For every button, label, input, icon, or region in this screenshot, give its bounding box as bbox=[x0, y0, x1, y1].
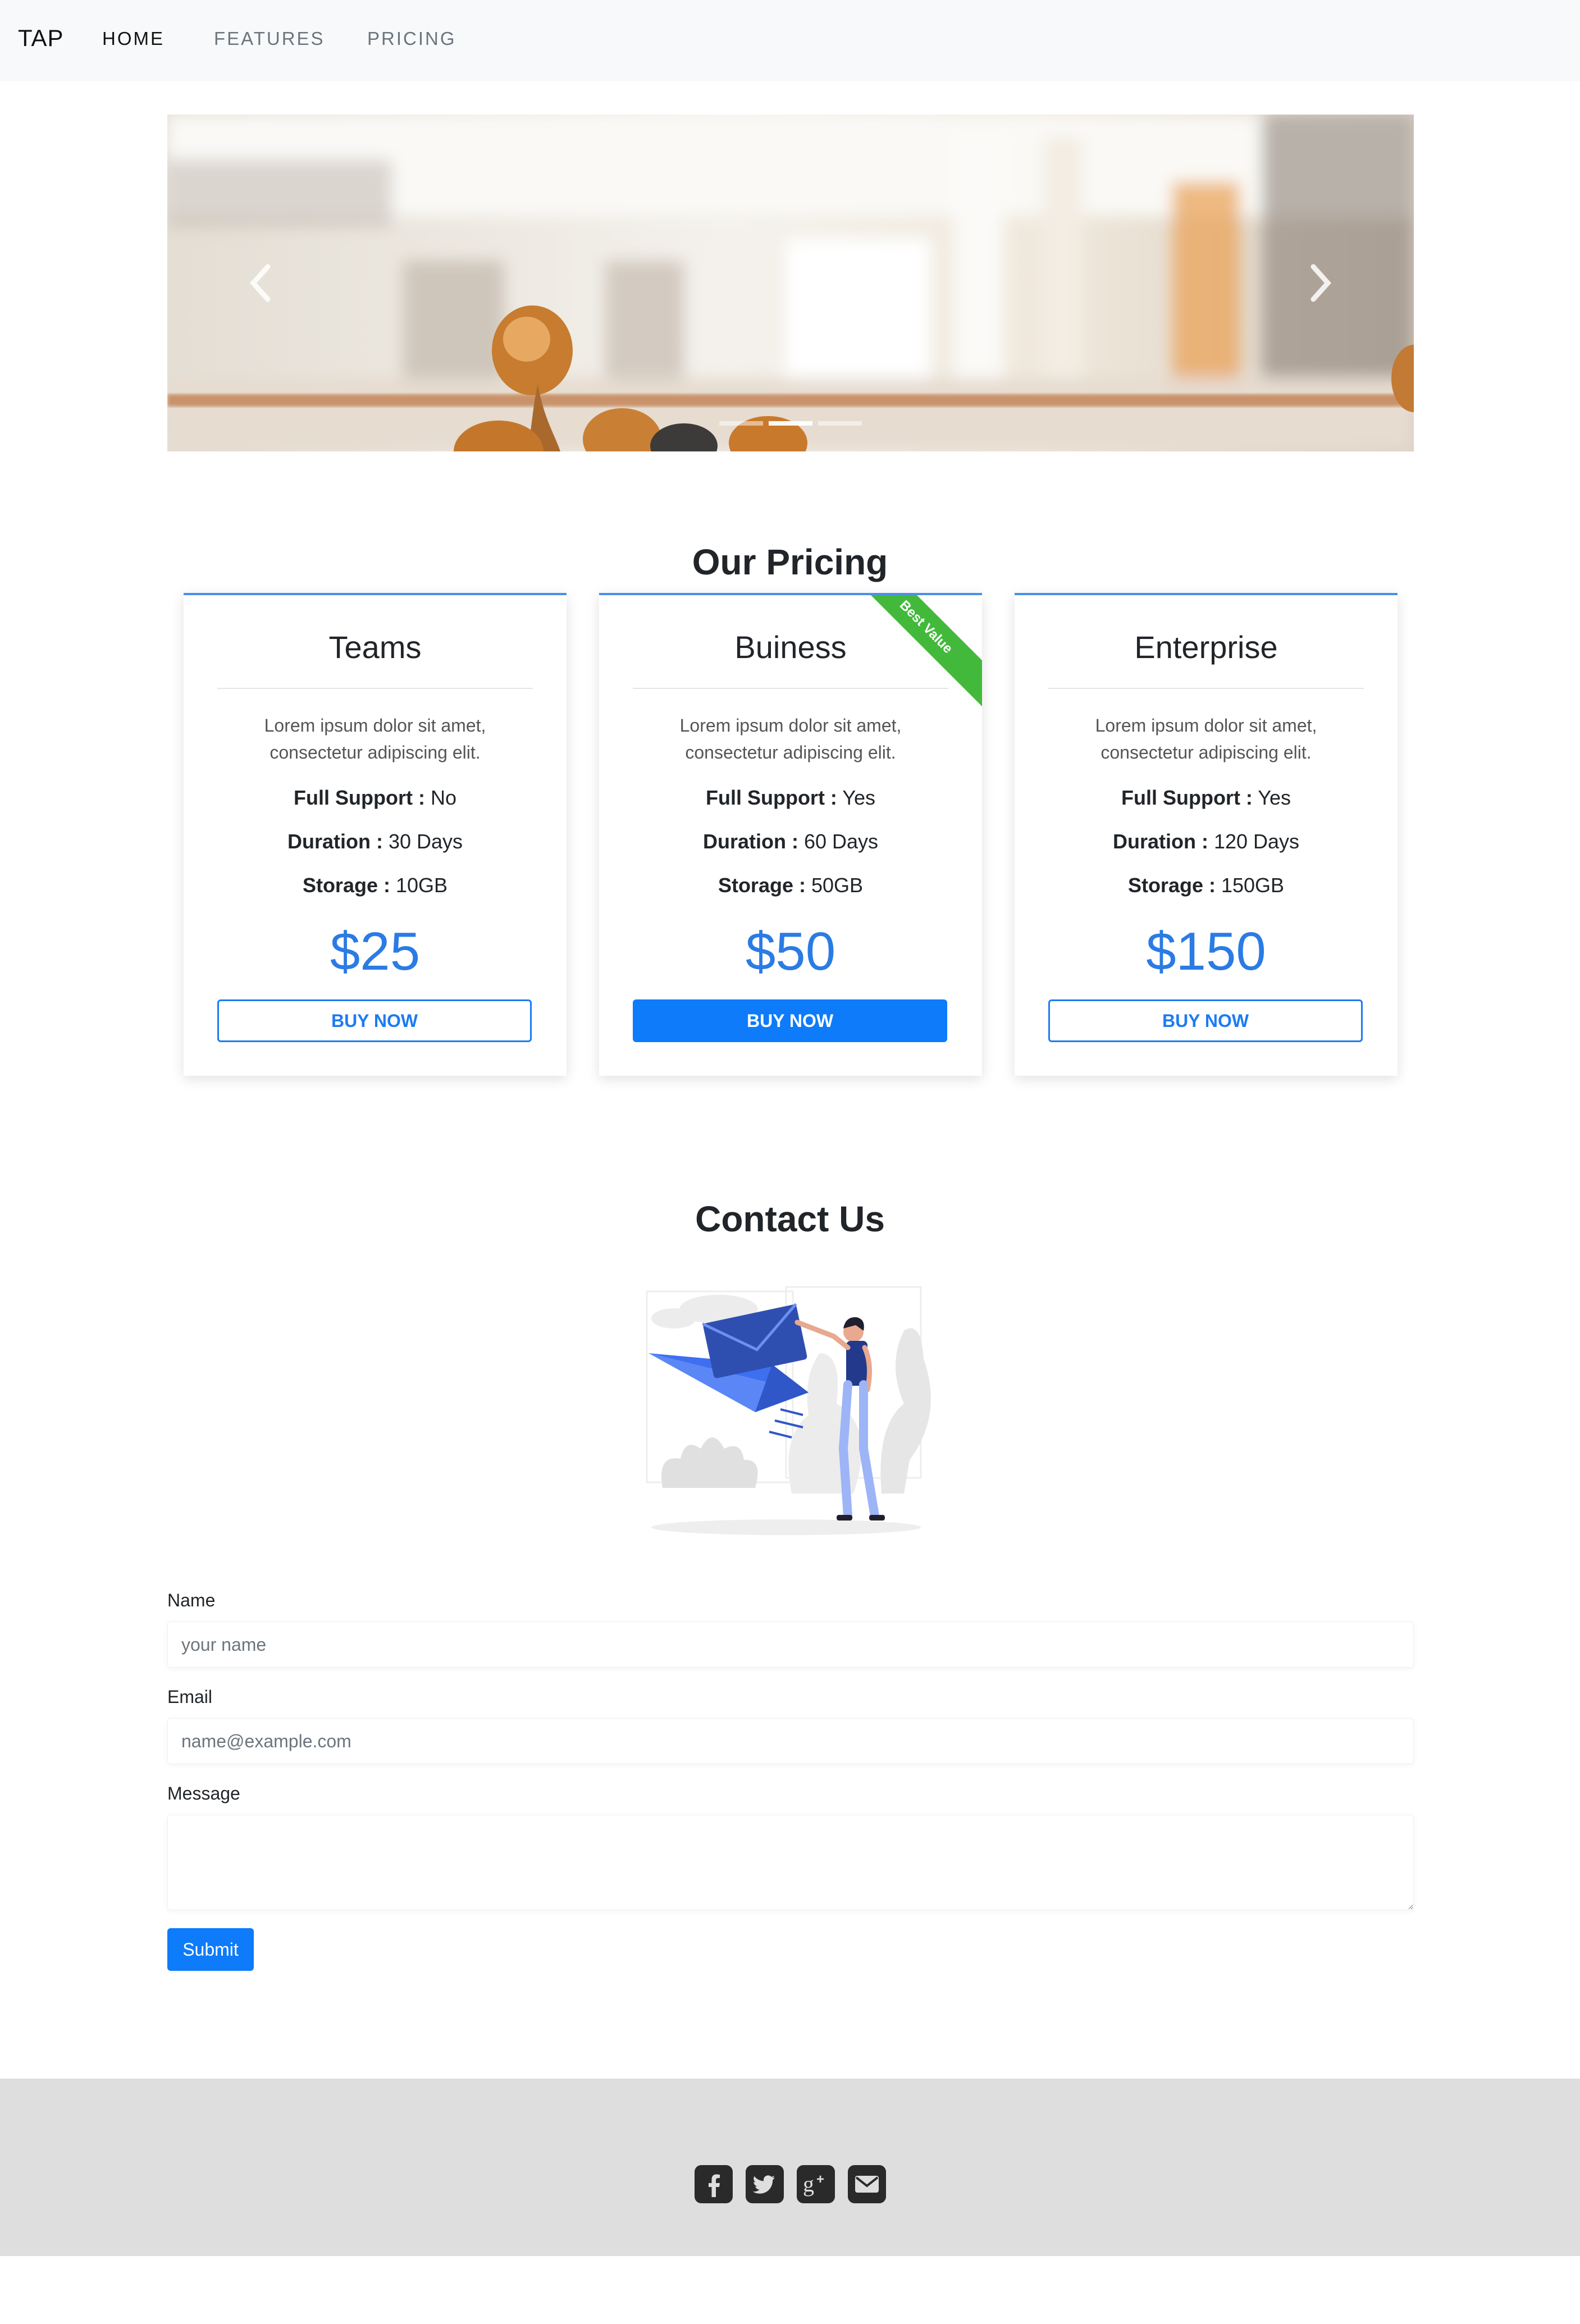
buy-now-button[interactable]: BUY NOW bbox=[217, 999, 532, 1042]
plan-name: Enterprise bbox=[1134, 629, 1278, 665]
buy-now-button[interactable]: BUY NOW bbox=[633, 999, 947, 1042]
nav-pricing-link[interactable]: PRICING bbox=[367, 28, 456, 49]
hero-carousel bbox=[167, 115, 1414, 451]
brand-logo[interactable]: TAP bbox=[18, 25, 64, 52]
plan-support: Full Support : No bbox=[294, 786, 456, 809]
plan-price: $50 bbox=[745, 921, 836, 981]
plan-support: Full Support : Yes bbox=[1121, 786, 1291, 809]
plan-storage: Storage : 150GB bbox=[1127, 874, 1285, 897]
svg-text:+: + bbox=[816, 2172, 824, 2187]
plan-duration: Duration : 120 Days bbox=[1112, 830, 1300, 853]
pricing-card-business: Best Value Buiness Lorem ipsum dolor sit… bbox=[599, 593, 982, 1076]
google-plus-icon: g + bbox=[803, 2171, 824, 2197]
navbar: TAP HOME FEATURES PRICING bbox=[0, 0, 1580, 81]
pricing-card-teams: Teams Lorem ipsum dolor sit amet, consec… bbox=[184, 593, 567, 1076]
divider bbox=[633, 688, 948, 689]
plan-price: $25 bbox=[330, 921, 421, 981]
email-input[interactable] bbox=[167, 1718, 1414, 1764]
carousel-slide-image bbox=[167, 115, 1414, 451]
submit-button[interactable]: Submit bbox=[167, 1928, 254, 1971]
email-link[interactable] bbox=[848, 2165, 886, 2203]
carousel-indicator[interactable] bbox=[719, 421, 763, 426]
chevron-right-icon bbox=[1310, 264, 1332, 302]
carousel-next-button[interactable] bbox=[1287, 249, 1355, 317]
pricing-section-title: Our Pricing bbox=[692, 542, 888, 582]
contact-illustration bbox=[646, 1286, 931, 1535]
name-input[interactable] bbox=[167, 1622, 1414, 1668]
plan-name: Buiness bbox=[734, 629, 847, 665]
chevron-left-icon bbox=[249, 264, 271, 302]
carousel-indicators bbox=[167, 421, 1414, 426]
name-label: Name bbox=[167, 1590, 216, 1610]
plan-description: Lorem ipsum dolor sit amet, consectetur … bbox=[679, 715, 902, 763]
buy-now-button[interactable]: BUY NOW bbox=[1048, 999, 1363, 1042]
plan-storage: Storage : 10GB bbox=[302, 874, 448, 897]
google-plus-link[interactable]: g + bbox=[797, 2165, 835, 2203]
plan-duration: Duration : 60 Days bbox=[702, 830, 879, 853]
footer: g + bbox=[0, 2079, 1580, 2256]
plan-duration: Duration : 30 Days bbox=[287, 830, 463, 853]
plan-storage: Storage : 50GB bbox=[718, 874, 864, 897]
divider bbox=[217, 688, 533, 689]
plan-price: $150 bbox=[1146, 921, 1266, 981]
plan-description: Lorem ipsum dolor sit amet, consectetur … bbox=[1095, 715, 1317, 763]
envelope-icon bbox=[855, 2176, 879, 2193]
message-textarea[interactable] bbox=[167, 1815, 1414, 1910]
message-label: Message bbox=[167, 1783, 240, 1804]
divider bbox=[1048, 688, 1364, 689]
email-label: Email bbox=[167, 1687, 213, 1707]
nav-features-link[interactable]: FEATURES bbox=[214, 28, 325, 49]
nav-home-link[interactable]: HOME bbox=[102, 28, 165, 49]
carousel-prev-button[interactable] bbox=[226, 249, 294, 317]
contact-section-title: Contact Us bbox=[695, 1199, 885, 1239]
carousel-indicator[interactable] bbox=[818, 421, 862, 426]
twitter-icon bbox=[752, 2175, 775, 2194]
facebook-link[interactable] bbox=[695, 2165, 733, 2203]
plan-description: Lorem ipsum dolor sit amet, consectetur … bbox=[264, 715, 486, 763]
twitter-link[interactable] bbox=[746, 2165, 784, 2203]
pricing-card-enterprise: Enterprise Lorem ipsum dolor sit amet, c… bbox=[1015, 593, 1398, 1076]
plan-support: Full Support : Yes bbox=[705, 786, 876, 809]
svg-text:g: g bbox=[803, 2171, 814, 2197]
facebook-icon bbox=[709, 2174, 720, 2197]
plan-name: Teams bbox=[328, 629, 422, 665]
carousel-indicator[interactable] bbox=[769, 421, 812, 426]
